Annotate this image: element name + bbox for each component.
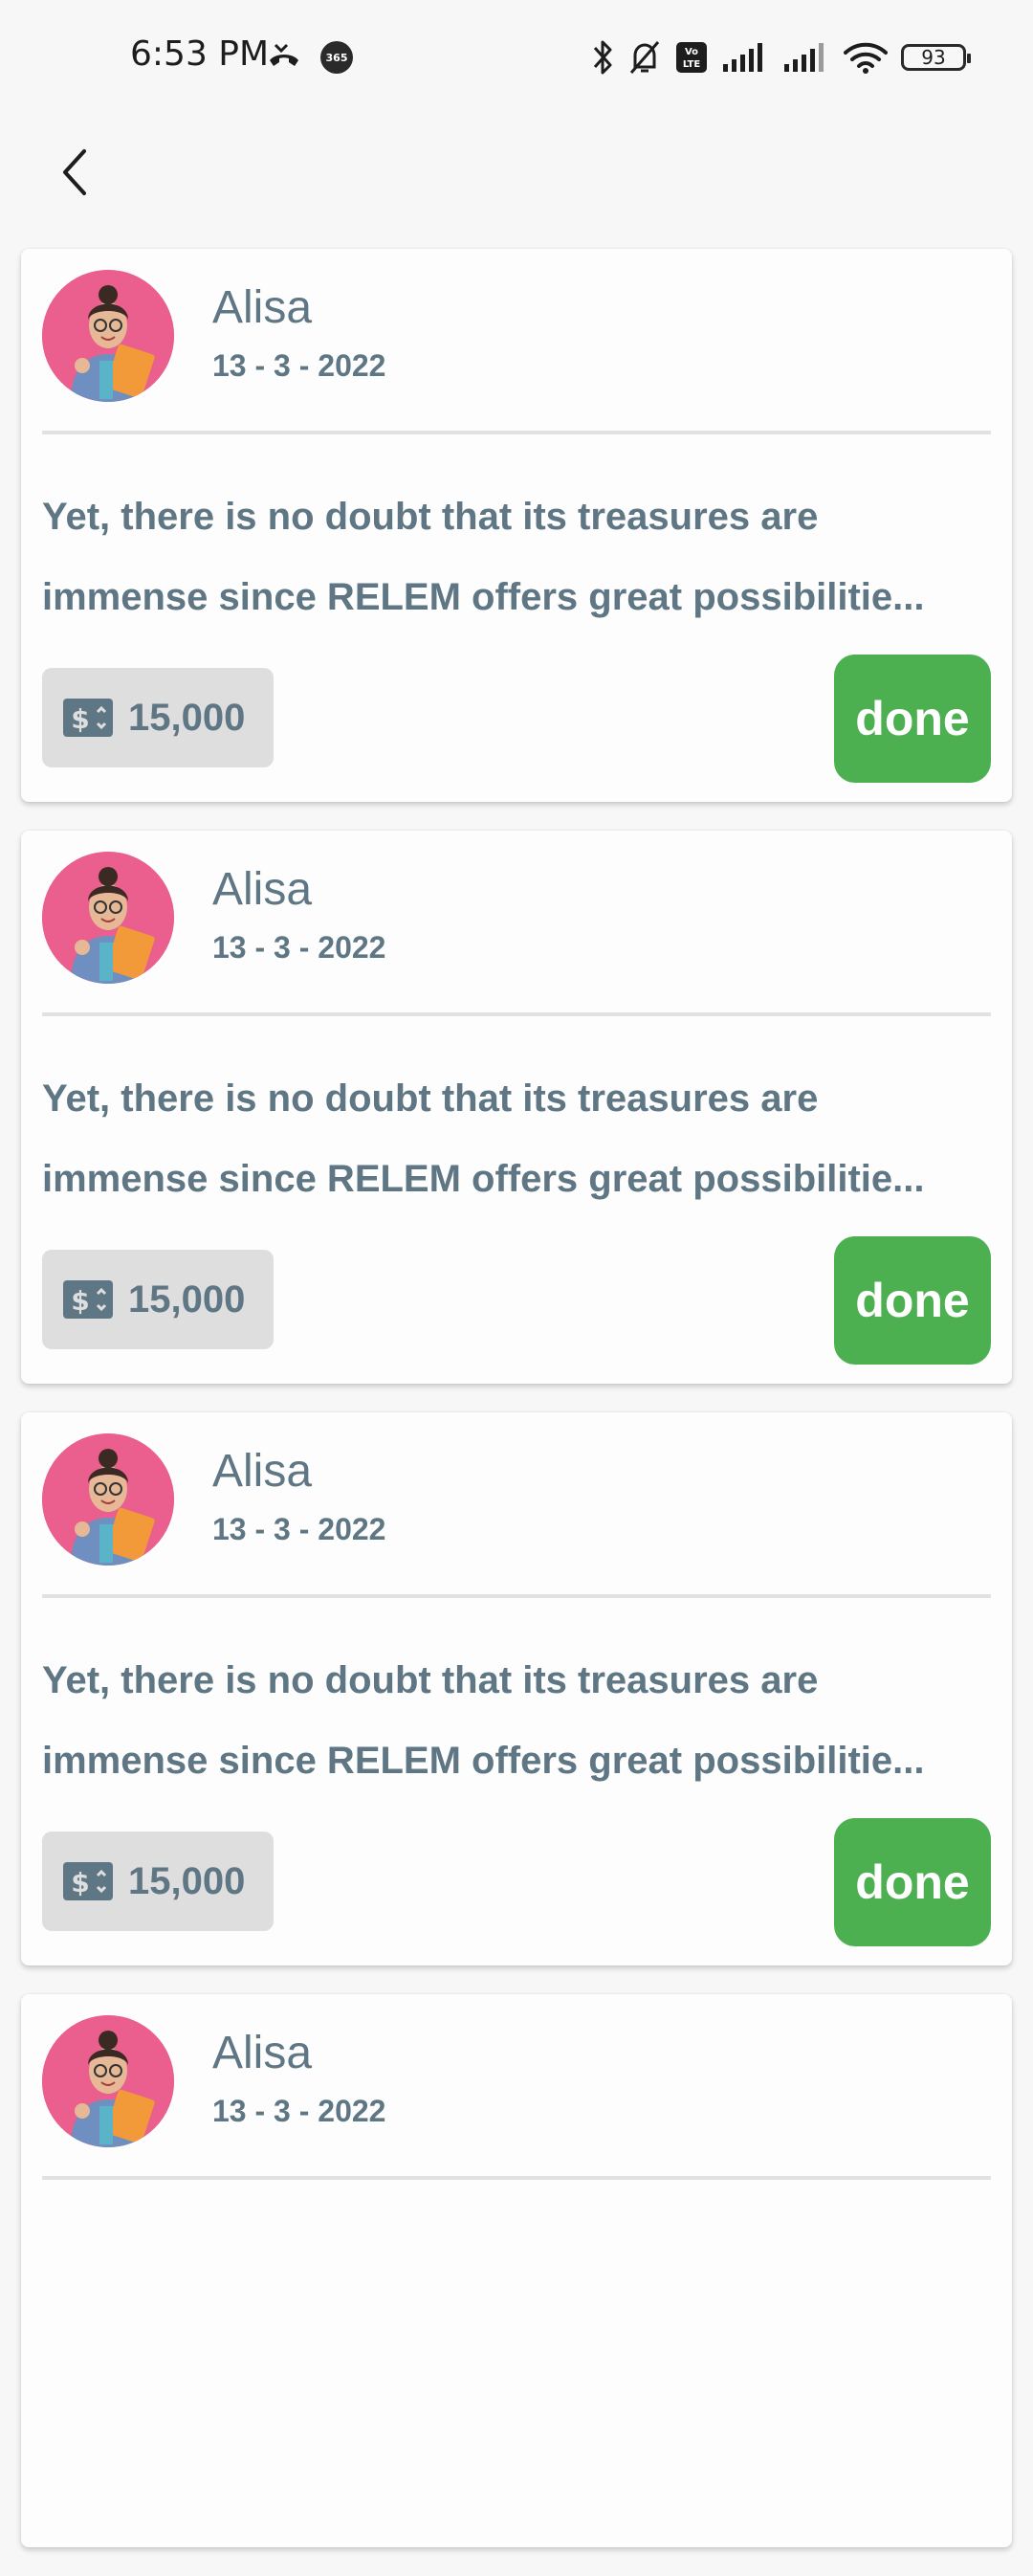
svg-text:Vo: Vo [685,47,698,57]
post-date: 13 - 3 - 2022 [212,2094,386,2128]
done-button[interactable]: done [834,1818,991,1946]
user-name: Alisa [212,1446,313,1497]
signal-icon [723,43,762,72]
avatar [42,1433,174,1566]
price-chip: $ 15,000 [42,1832,274,1931]
done-button[interactable]: done [834,655,991,783]
svg-text:$: $ [71,703,89,735]
back-button[interactable] [46,144,103,201]
status-right-icons: Vo LTE 93 [591,38,971,77]
post-date: 13 - 3 - 2022 [212,348,386,383]
avatar-image [42,270,174,402]
order-card[interactable]: Alisa 13 - 3 - 2022 Yet, there is no dou… [21,1412,1012,1965]
divider [42,431,991,434]
avatar-image [42,1433,174,1566]
divider [42,1594,991,1598]
done-button[interactable]: done [834,1236,991,1365]
svg-text:LTE: LTE [683,59,701,70]
avatar [42,852,174,984]
description-line: immense since RELEM offers great possibi… [42,576,925,618]
user-name: Alisa [212,864,313,915]
avatar-image [42,852,174,984]
order-card[interactable]: Alisa 13 - 3 - 2022 [21,1994,1012,2547]
divider [42,1012,991,1016]
dollar-icon: $ [61,697,115,739]
mute-icon [629,41,660,74]
description-line: Yet, there is no doubt that its treasure… [42,1659,819,1701]
description-line: immense since RELEM offers great possibi… [42,1158,925,1200]
dollar-icon: $ [61,1860,115,1902]
missed-call-icon [270,43,298,66]
order-card[interactable]: Alisa 13 - 3 - 2022 Yet, there is no dou… [21,831,1012,1384]
order-description: Yet, there is no doubt that its treasure… [42,477,999,637]
order-description: Yet, there is no doubt that its treasure… [42,1058,999,1219]
dollar-icon: $ [61,1278,115,1321]
price-value: 15,000 [128,1277,246,1321]
avatar-image [42,2015,174,2147]
app-bar [0,115,1033,249]
volte-icon: Vo LTE [676,42,707,73]
price-chip: $ 15,000 [42,668,274,767]
description-line: immense since RELEM offers great possibi… [42,1740,925,1782]
description-line: Yet, there is no doubt that its treasure… [42,496,819,538]
signal-icon [784,43,824,72]
status-time: 6:53 PM [130,34,270,74]
status-bar: 6:53 PM 365 Vo LTE 93 [0,0,1033,115]
order-description: Yet, there is no doubt that its treasure… [42,1640,999,1801]
price-value: 15,000 [128,696,246,739]
post-date: 13 - 3 - 2022 [212,930,386,965]
post-date: 13 - 3 - 2022 [212,1512,386,1546]
description-line: Yet, there is no doubt that its treasure… [42,1077,819,1120]
price-chip: $ 15,000 [42,1250,274,1349]
avatar [42,2015,174,2147]
app-365-icon: 365 [320,41,353,74]
wifi-icon [844,42,888,74]
svg-text:$: $ [71,1285,89,1317]
user-name: Alisa [212,2028,313,2078]
order-list: Alisa 13 - 3 - 2022 Yet, there is no dou… [21,249,1012,2576]
order-card[interactable]: Alisa 13 - 3 - 2022 Yet, there is no dou… [21,249,1012,802]
divider [42,2176,991,2180]
user-name: Alisa [212,282,313,333]
svg-text:365: 365 [326,52,348,64]
bluetooth-icon [593,40,612,75]
battery-icon: 93 [901,44,971,71]
chevron-left-icon [63,149,86,195]
status-left-icons: 365 [266,40,354,75]
svg-text:$: $ [71,1867,89,1899]
price-value: 15,000 [128,1859,246,1902]
avatar [42,270,174,402]
battery-level: 93 [921,46,946,69]
